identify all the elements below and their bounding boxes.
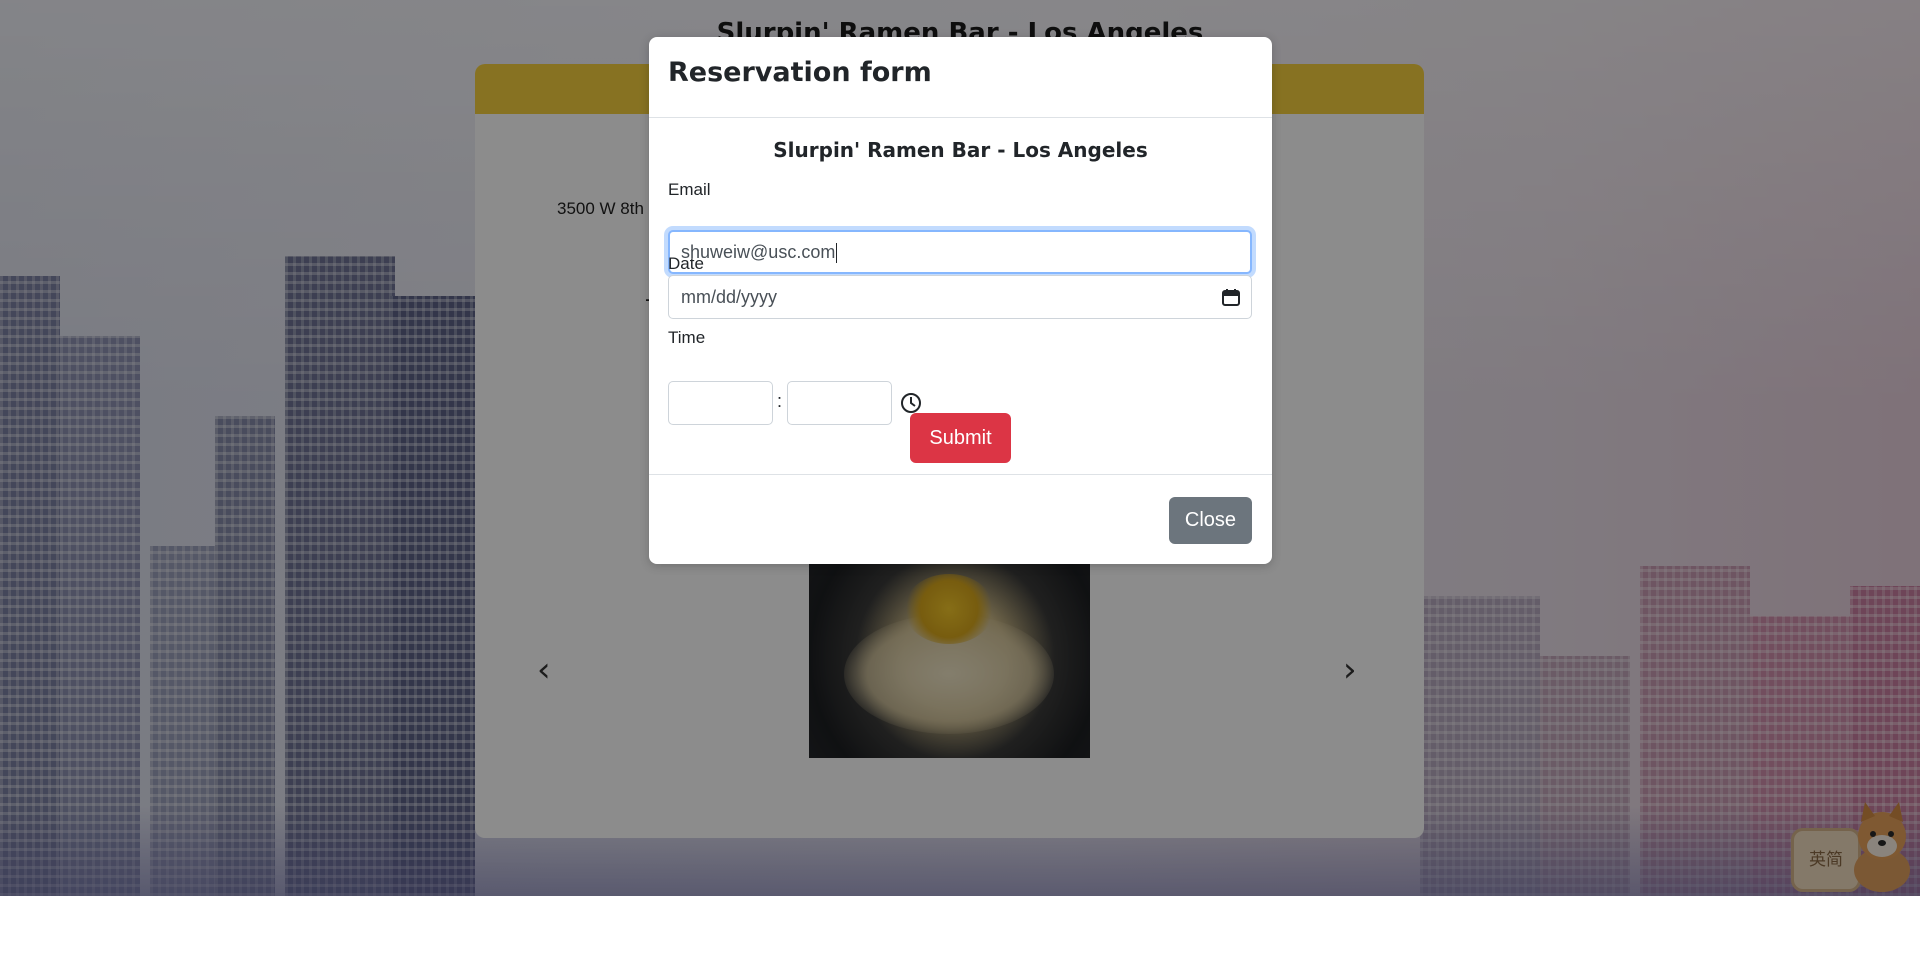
time-minute-input[interactable]	[787, 381, 892, 425]
time-hour-input[interactable]	[668, 381, 773, 425]
email-label: Email	[668, 180, 711, 199]
modal-body: Slurpin' Ramen Bar - Los Angeles Email s…	[649, 118, 1272, 475]
email-value: shuweiw@usc.com	[681, 242, 836, 262]
modal-header: Reservation form	[649, 37, 1272, 118]
time-separator: :	[777, 391, 783, 411]
date-field[interactable]: mm/dd/yyyy	[668, 275, 1252, 319]
reservation-modal: Reservation form Slurpin' Ramen Bar - Lo…	[649, 37, 1272, 564]
date-label: Date	[668, 254, 704, 273]
clock-icon[interactable]	[900, 392, 922, 414]
text-caret	[836, 243, 838, 264]
restaurant-name: Slurpin' Ramen Bar - Los Angeles	[773, 138, 1148, 162]
calendar-icon[interactable]	[1221, 287, 1241, 307]
time-label: Time	[668, 328, 706, 347]
submit-button[interactable]: Submit	[910, 413, 1011, 463]
close-button[interactable]: Close	[1169, 497, 1252, 544]
modal-title: Reservation form	[668, 57, 932, 88]
email-field[interactable]: shuweiw@usc.com	[668, 230, 1252, 274]
date-placeholder: mm/dd/yyyy	[681, 287, 778, 307]
